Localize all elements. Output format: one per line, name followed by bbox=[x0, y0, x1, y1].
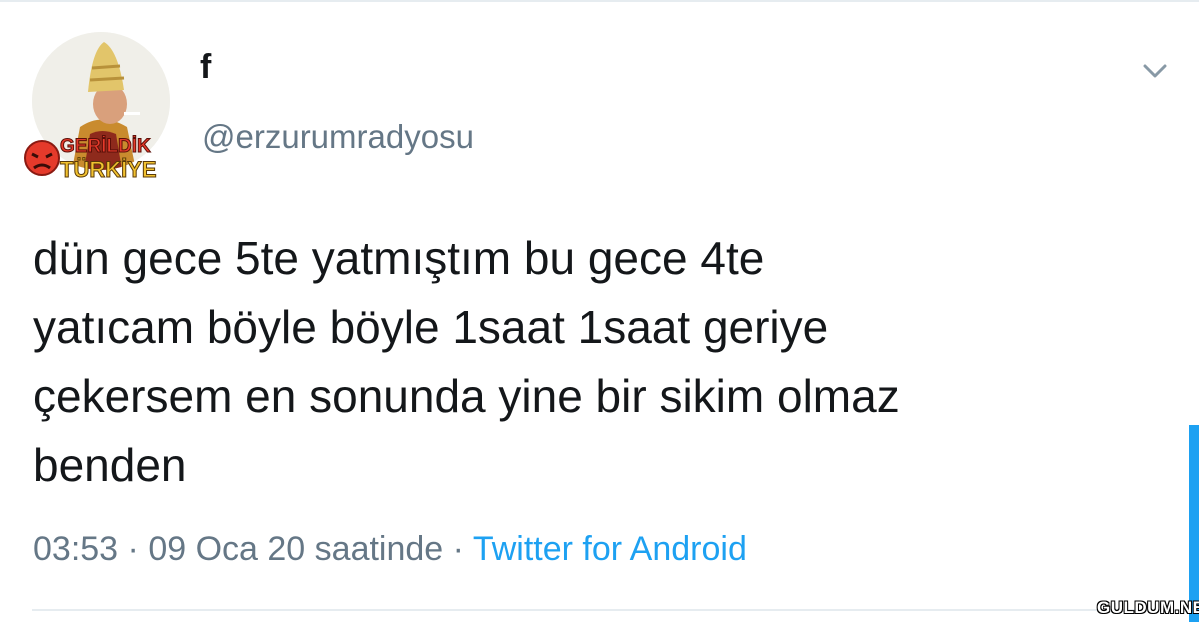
svg-text:GERİLDİK: GERİLDİK bbox=[60, 136, 151, 157]
meta-separator: · bbox=[452, 530, 464, 568]
gerildik-turkiye-logo: GERİLDİK TÜRKİYE bbox=[20, 130, 190, 185]
user-handle[interactable]: @erzurumradyosu bbox=[202, 118, 474, 156]
tweet-text: dün gece 5te yatmıştım bu gece 4te yatıc… bbox=[33, 232, 900, 491]
scrollbar[interactable] bbox=[1189, 425, 1199, 622]
display-name[interactable]: f bbox=[200, 48, 211, 87]
tweet-date[interactable]: 09 Oca 20 saatinde bbox=[148, 530, 443, 568]
svg-text:TÜRKİYE: TÜRKİYE bbox=[60, 157, 157, 182]
tweet-source-link[interactable]: Twitter for Android bbox=[473, 530, 747, 568]
tweet-meta: 03:53 · 09 Oca 20 saatinde · Twitter for… bbox=[33, 530, 747, 569]
watermark: GULDUM.NET bbox=[1097, 598, 1199, 617]
chevron-down-icon[interactable] bbox=[1140, 56, 1170, 86]
tweet-time[interactable]: 03:53 bbox=[33, 530, 118, 568]
meta-separator: · bbox=[127, 530, 139, 568]
divider bbox=[32, 609, 1166, 611]
top-border bbox=[0, 0, 1199, 2]
